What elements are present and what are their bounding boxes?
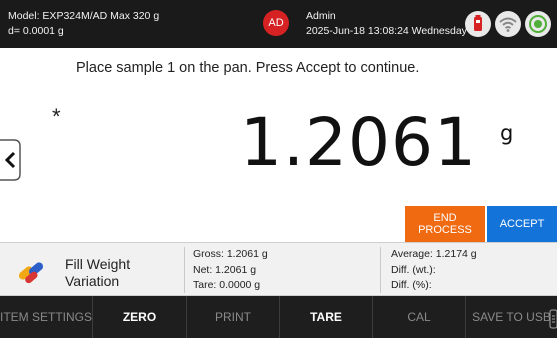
diff-weight-value: Diff. (wt.): xyxy=(391,263,436,276)
model-line: Model: EXP324M/AD Max 320 g xyxy=(8,10,160,22)
item-settings-button[interactable]: ITEM SETTINGS xyxy=(0,296,93,338)
target-icon[interactable] xyxy=(525,11,551,37)
stability-marker: * xyxy=(52,104,61,129)
usb-icon[interactable] xyxy=(465,11,491,37)
print-button[interactable]: PRINT xyxy=(187,296,280,338)
instruction-prompt: Place sample 1 on the pan. Press Accept … xyxy=(76,60,420,76)
divider xyxy=(380,247,381,293)
divider xyxy=(184,247,185,293)
weight-unit: g xyxy=(500,121,514,145)
zero-button[interactable]: ZERO xyxy=(93,296,187,338)
user-info: Admin 2025-Jun-18 13:08:24 Wednesday xyxy=(306,9,467,39)
wifi-icon[interactable] xyxy=(495,11,521,37)
tare-value: Tare: 0.0000 g xyxy=(193,279,261,291)
info-panel: Fill Weight Variation Gross: 1.2061 g Ne… xyxy=(0,242,557,296)
side-panel-toggle[interactable] xyxy=(0,136,28,184)
result-stats: Average: 1.2174 g Diff. (wt.): Diff. (%)… xyxy=(391,247,477,294)
avatar[interactable]: AD xyxy=(263,10,289,36)
gross-value: Gross: 1.2061 g xyxy=(193,248,268,260)
net-value: Net: 1.2061 g xyxy=(193,263,257,276)
cal-button[interactable]: CAL xyxy=(373,296,466,338)
datetime: 2025-Jun-18 13:08:24 Wednesday xyxy=(306,25,467,37)
weight-reading: 1.2061 xyxy=(240,104,477,181)
average-value: Average: 1.2174 g xyxy=(391,248,477,260)
chevron-left-icon xyxy=(0,139,21,181)
bottom-toolbar: ITEM SETTINGS ZERO PRINT TARE CAL SAVE T… xyxy=(0,296,557,338)
user-name: Admin xyxy=(306,10,336,22)
fill-weight-icon xyxy=(15,256,47,286)
diff-percent-value: Diff. (%): xyxy=(391,279,432,291)
toolbar-scroll-handle[interactable] xyxy=(549,309,557,329)
tare-button[interactable]: TARE xyxy=(280,296,373,338)
balance-screen: Model: EXP324M/AD Max 320 g d= 0.0001 g … xyxy=(0,0,557,338)
end-process-button[interactable]: END PROCESS xyxy=(405,206,485,242)
accept-button[interactable]: ACCEPT xyxy=(487,206,557,242)
readability-line: d= 0.0001 g xyxy=(8,25,64,37)
status-header: Model: EXP324M/AD Max 320 g d= 0.0001 g … xyxy=(0,0,557,48)
balance-info: Model: EXP324M/AD Max 320 g d= 0.0001 g xyxy=(8,9,159,39)
weight-stats: Gross: 1.2061 g Net: 1.2061 g Tare: 0.00… xyxy=(193,247,268,294)
app-name: Fill Weight Variation xyxy=(65,256,131,289)
save-to-usb-button[interactable]: SAVE TO USB xyxy=(466,296,557,338)
